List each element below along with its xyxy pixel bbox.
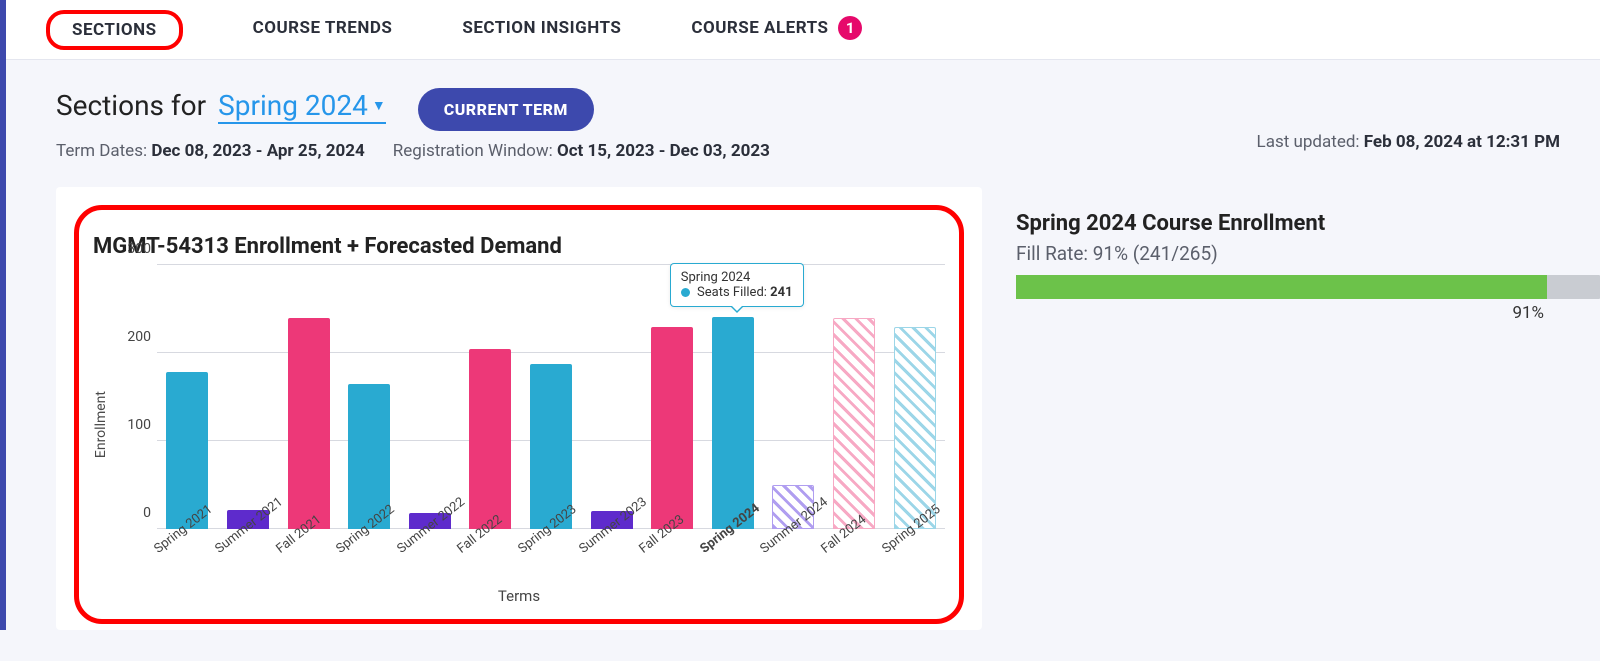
chart-title: MGMT-54313 Enrollment + Forecasted Deman… [93,234,945,259]
chart-bar[interactable] [469,349,511,529]
registration-window: Registration Window: Oct 15, 2023 - Dec … [393,141,770,161]
fill-rate-text: Fill Rate: 91% (241/265) [1016,242,1600,265]
chart-bar[interactable] [651,327,693,529]
current-term-pill: CURRENT TERM [418,88,594,131]
chart-y-tick: 0 [115,505,151,521]
last-updated: Last updated: Feb 08, 2024 at 12:31 PM [1257,132,1560,152]
chart-y-tick: 200 [115,329,151,345]
term-dates-value: Dec 08, 2023 - Apr 25, 2024 [151,141,364,161]
registration-window-value: Oct 15, 2023 - Dec 03, 2023 [557,141,770,161]
chart-bar[interactable] [288,318,330,529]
tooltip-value: 241 [770,285,792,300]
chart-y-axis-label: Enrollment [93,391,109,458]
chart-plot-area: Spring 2021Summer 2021Fall 2021Spring 20… [115,265,945,585]
course-enrollment-card: Spring 2024 Course Enrollment Fill Rate:… [1016,187,1600,630]
term-dates-label: Term Dates: [56,141,147,161]
tab-section-insights[interactable]: SECTION INSIGHTS [462,0,621,59]
registration-window-label: Registration Window: [393,141,553,161]
chevron-down-icon: ▼ [372,97,386,114]
enrollment-chart-card: MGMT-54313 Enrollment + Forecasted Deman… [56,187,982,630]
chart-y-tick: 300 [115,241,151,257]
tab-course-alerts[interactable]: COURSE ALERTS 1 [691,0,862,59]
chart-y-tick: 100 [115,417,151,433]
chart-bar[interactable] [894,327,936,529]
enrollment-chart-highlight-box: MGMT-54313 Enrollment + Forecasted Deman… [74,205,964,624]
tab-course-trends[interactable]: COURSE TRENDS [253,0,393,59]
tab-sections[interactable]: SECTIONS [46,10,183,50]
fill-rate-progress-fill [1016,275,1547,299]
last-updated-value: Feb 08, 2024 at 12:31 PM [1364,132,1560,152]
chart-bar[interactable] [833,318,875,529]
alerts-count-badge: 1 [838,16,862,40]
page-title-prefix: Sections for [56,89,206,122]
term-dates: Term Dates: Dec 08, 2023 - Apr 25, 2024 [56,141,365,161]
chart-tooltip: Spring 2024 Seats Filled: 241 [670,263,804,307]
chart-x-axis-label: Terms [93,587,945,605]
tooltip-series-dot-icon [681,288,690,297]
term-select-value: Spring 2024 [218,89,368,122]
term-select-dropdown[interactable]: Spring 2024 ▼ [218,89,386,124]
tooltip-series-label: Seats Filled: [697,285,767,300]
course-enrollment-title: Spring 2024 Course Enrollment [1016,211,1600,236]
last-updated-label: Last updated: [1257,132,1360,152]
page-title: Sections for Spring 2024 ▼ CURRENT TERM [56,88,770,131]
tooltip-term: Spring 2024 [681,270,793,285]
fill-rate-percent-label: 91% [1016,303,1600,323]
fill-rate-progress-bar [1016,275,1600,299]
chart-bar[interactable] [712,317,754,529]
tabs-bar: SECTIONS COURSE TRENDS SECTION INSIGHTS … [6,0,1600,60]
tab-course-alerts-label: COURSE ALERTS [691,18,828,38]
